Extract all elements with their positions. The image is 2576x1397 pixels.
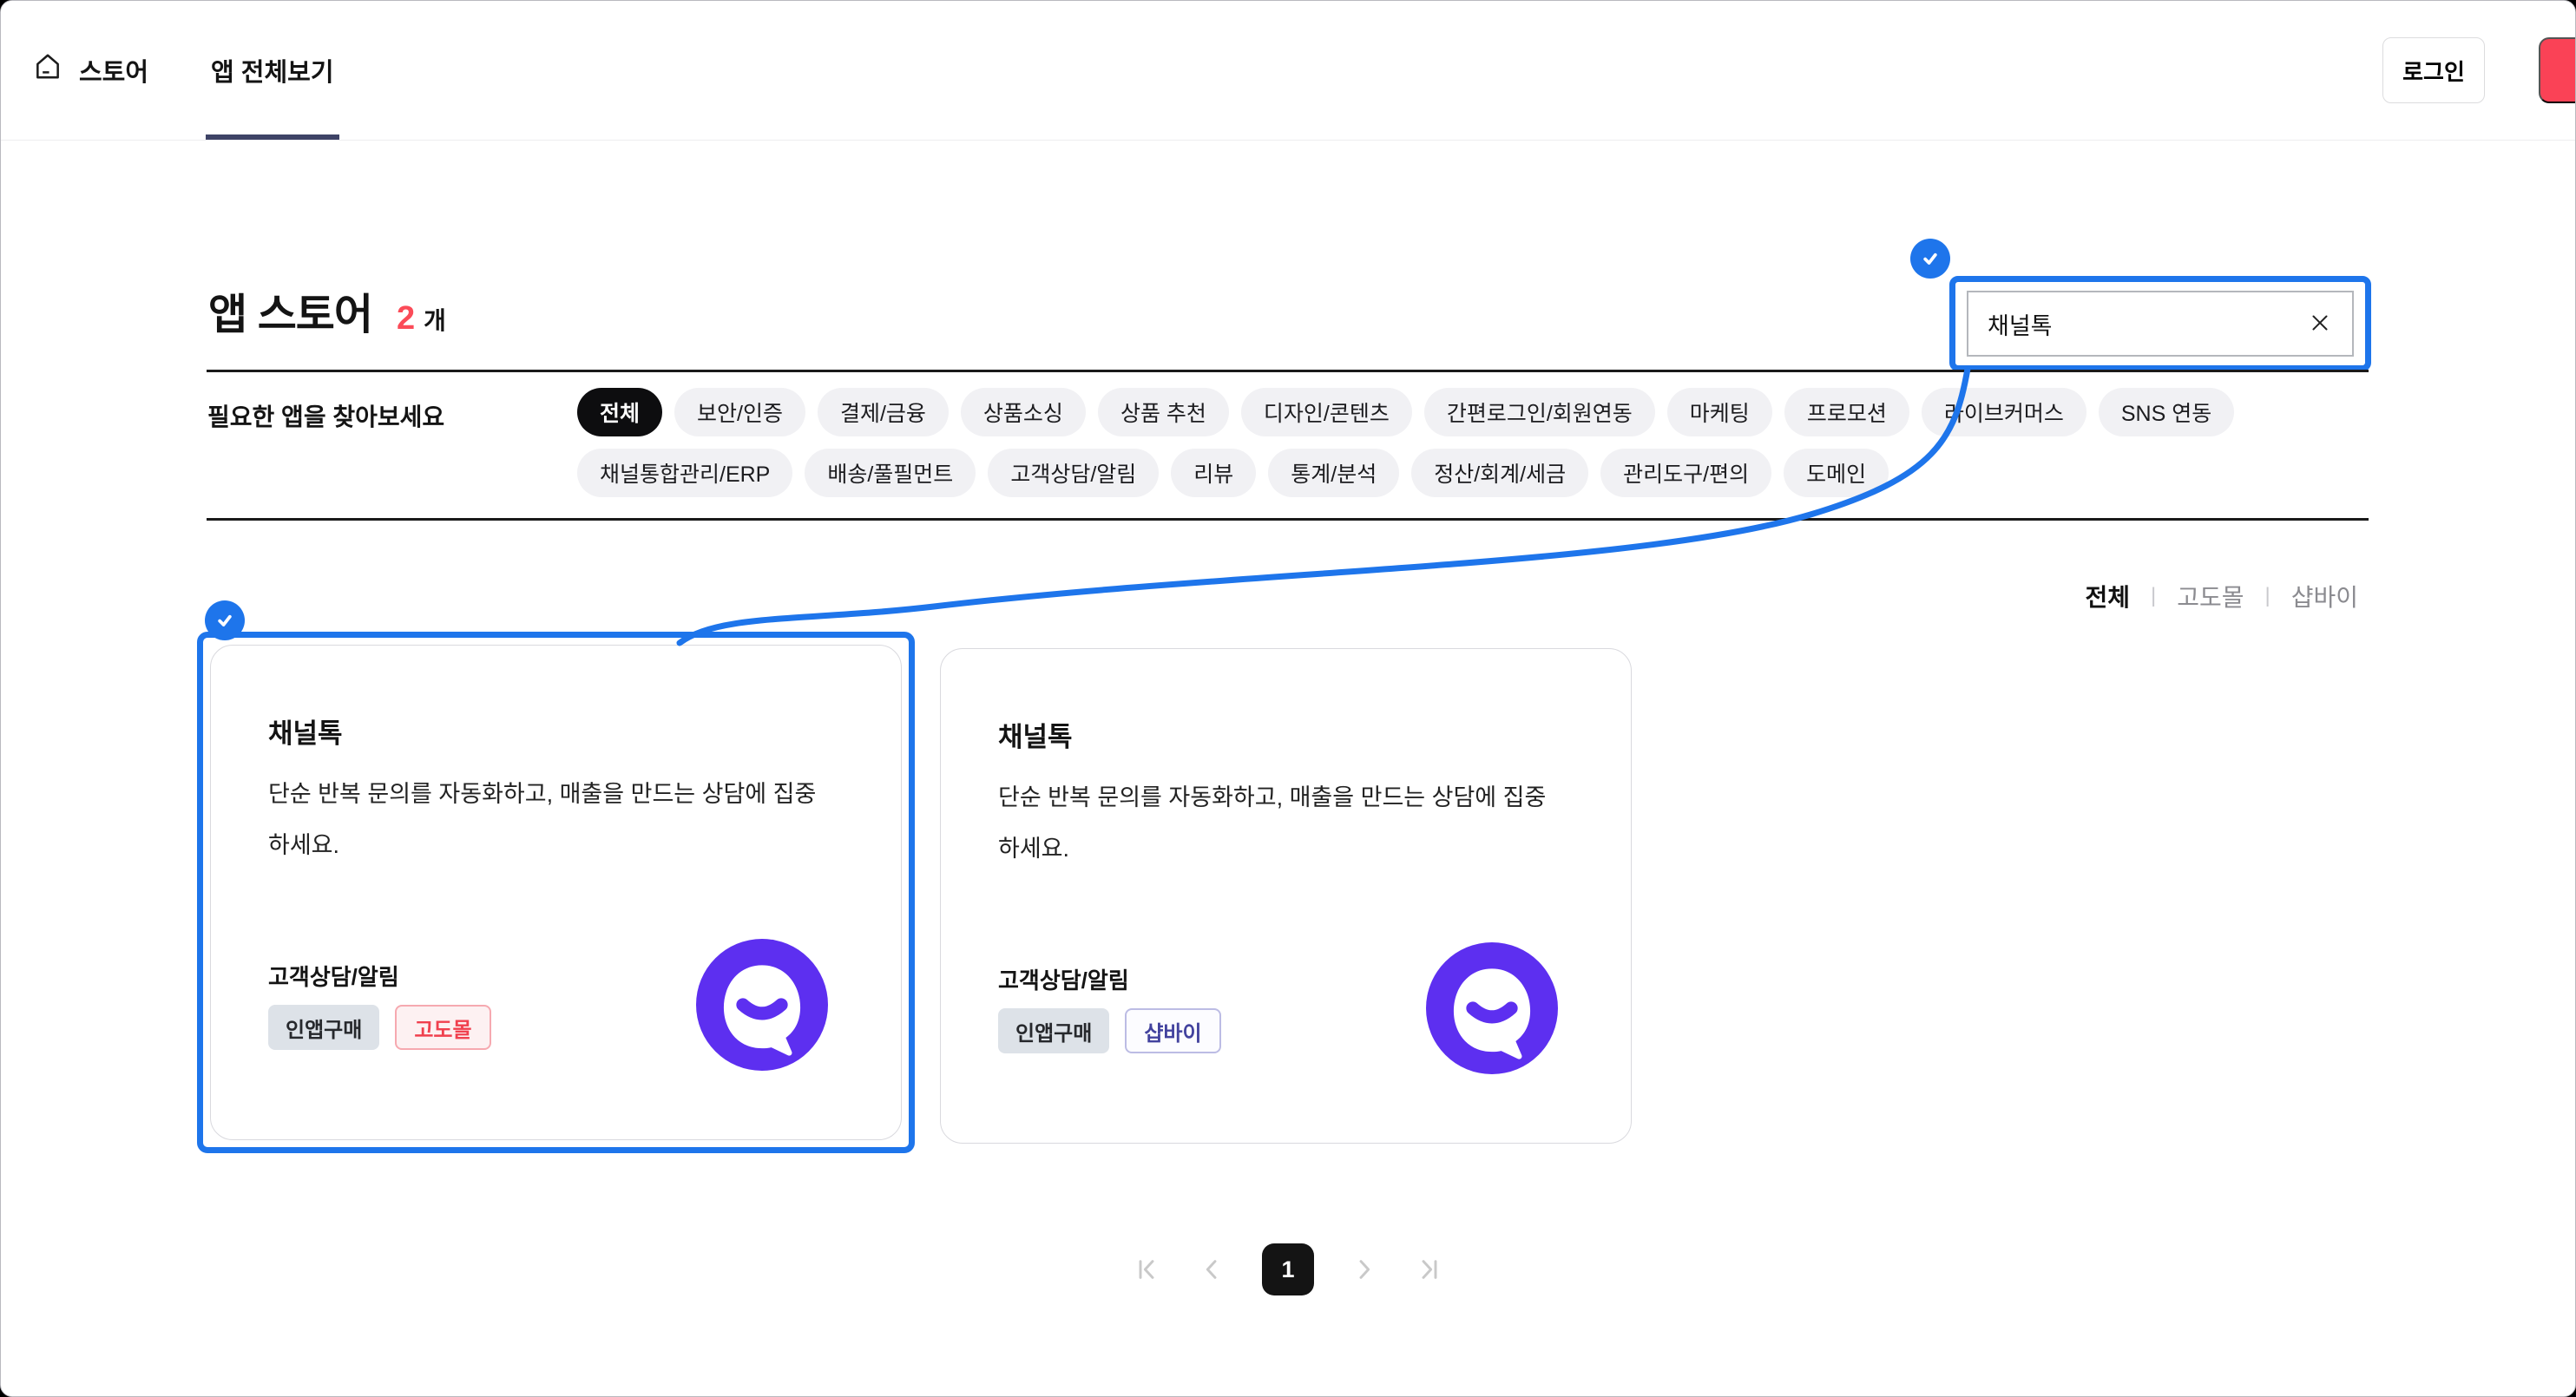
last-page-icon[interactable] bbox=[1415, 1256, 1442, 1283]
topbar: 스토어 앱 전체보기 로그인 bbox=[1, 1, 2575, 141]
check-icon bbox=[1910, 239, 1950, 279]
category-chip[interactable]: SNS 연동 bbox=[2099, 388, 2234, 436]
check-icon bbox=[205, 600, 245, 640]
active-tab-underline bbox=[206, 134, 338, 140]
category-chip[interactable]: 관리도구/편의 bbox=[1600, 449, 1771, 497]
clear-search-button[interactable] bbox=[2305, 309, 2335, 338]
home-icon bbox=[32, 51, 63, 89]
app-store-page: 스토어 앱 전체보기 로그인 앱 스토어 2 개 bbox=[0, 0, 2576, 1397]
close-icon bbox=[2307, 310, 2333, 338]
category-chip[interactable]: 도메인 bbox=[1784, 449, 1889, 497]
store-label: 스토어 bbox=[79, 52, 148, 89]
category-chip[interactable]: 상품소싱 bbox=[961, 388, 1086, 436]
app-category: 고객상담/알림 bbox=[998, 963, 1129, 995]
app-tags: 인앱구매 고도몰 bbox=[268, 1005, 491, 1050]
app-category: 고객상담/알림 bbox=[268, 960, 399, 992]
category-chip[interactable]: 간편로그인/회원연동 bbox=[1424, 388, 1655, 436]
app-description: 단순 반복 문의를 자동화하고, 매출을 만드는 상담에 집중 하세요. bbox=[268, 769, 816, 871]
category-chip[interactable]: 보안/인증 bbox=[674, 388, 805, 436]
channeltalk-logo-icon bbox=[1426, 942, 1558, 1074]
divider bbox=[207, 518, 2369, 521]
login-button[interactable]: 로그인 bbox=[2382, 37, 2485, 103]
category-chip[interactable]: 고객상담/알림 bbox=[988, 449, 1159, 497]
mall-filter-shopby[interactable]: 샵바이 bbox=[2291, 579, 2358, 613]
result-count: 2 bbox=[397, 300, 415, 338]
category-chip[interactable]: 상품 추천 bbox=[1098, 388, 1229, 436]
app-tag: 인앱구매 bbox=[268, 1005, 379, 1050]
signup-button-partial[interactable] bbox=[2539, 37, 2576, 103]
category-chip[interactable]: 리뷰 bbox=[1171, 449, 1256, 497]
divider bbox=[207, 370, 2369, 372]
separator: | bbox=[2151, 584, 2156, 608]
pagination: 1 bbox=[1, 1243, 2575, 1295]
prev-page-icon[interactable] bbox=[1198, 1256, 1226, 1283]
category-chip[interactable]: 전체 bbox=[577, 388, 662, 436]
category-chip[interactable]: 정산/회계/세금 bbox=[1411, 449, 1588, 497]
app-title: 채널톡 bbox=[998, 715, 1073, 754]
category-chip[interactable]: 채널통합관리/ERP bbox=[577, 449, 792, 497]
app-tag: 고도몰 bbox=[395, 1005, 490, 1050]
filter-label: 필요한 앱을 찾아보세요 bbox=[207, 398, 444, 433]
card-annotation-box: 채널톡 단순 반복 문의를 자동화하고, 매출을 만드는 상담에 집중 하세요.… bbox=[197, 632, 915, 1153]
chips-row-2: 채널통합관리/ERP 배송/풀필먼트고객상담/알림리뷰통계/분석정산/회계/세금관… bbox=[577, 449, 2234, 497]
store-home-link[interactable]: 스토어 bbox=[32, 51, 148, 89]
category-chip[interactable]: 결제/금융 bbox=[818, 388, 949, 436]
current-page[interactable]: 1 bbox=[1262, 1243, 1314, 1295]
tab-all-apps[interactable]: 앱 전체보기 bbox=[211, 1, 333, 140]
page-title-text: 앱 스토어 bbox=[208, 280, 372, 342]
category-chip[interactable]: 통계/분석 bbox=[1268, 449, 1399, 497]
mall-filter-godomall[interactable]: 고도몰 bbox=[2177, 579, 2244, 613]
app-tags: 인앱구매 샵바이 bbox=[998, 1008, 1221, 1053]
app-tag: 샵바이 bbox=[1125, 1008, 1220, 1053]
chips-row-1: 전체보안/인증 결제/금융상품소싱상품 추천디자인/콘텐츠간편로그인/회원연동마케… bbox=[577, 388, 2234, 436]
page-title: 앱 스토어 2 개 bbox=[208, 280, 446, 342]
app-tag: 인앱구매 bbox=[998, 1008, 1109, 1053]
category-chip[interactable]: 디자인/콘텐츠 bbox=[1241, 388, 1412, 436]
mall-filter-all[interactable]: 전체 bbox=[2085, 579, 2130, 613]
category-chip[interactable]: 배송/풀필먼트 bbox=[805, 449, 976, 497]
result-count-unit: 개 bbox=[424, 302, 446, 337]
search-input[interactable] bbox=[1986, 310, 2305, 338]
first-page-icon[interactable] bbox=[1134, 1256, 1161, 1283]
category-chips: 전체보안/인증 결제/금융상품소싱상품 추천디자인/콘텐츠간편로그인/회원연동마케… bbox=[577, 388, 2234, 497]
search-annotation-box bbox=[1949, 276, 2371, 371]
mall-filter: 전체 | 고도몰 | 샵바이 bbox=[2085, 579, 2358, 613]
channeltalk-logo-icon bbox=[696, 939, 828, 1071]
app-title: 채널톡 bbox=[268, 712, 343, 751]
category-chip[interactable]: 라이브커머스 bbox=[1922, 388, 2086, 436]
search-box bbox=[1967, 291, 2354, 357]
topbar-actions: 로그인 bbox=[2382, 37, 2575, 103]
category-chip[interactable]: 프로모션 bbox=[1784, 388, 1909, 436]
app-card-channeltalk-godomall[interactable]: 채널톡 단순 반복 문의를 자동화하고, 매출을 만드는 상담에 집중 하세요.… bbox=[210, 645, 902, 1140]
app-card-channeltalk-shopby[interactable]: 채널톡 단순 반복 문의를 자동화하고, 매출을 만드는 상담에 집중 하세요.… bbox=[940, 648, 1632, 1144]
app-description: 단순 반복 문의를 자동화하고, 매출을 만드는 상담에 집중 하세요. bbox=[998, 772, 1546, 875]
separator: | bbox=[2264, 584, 2270, 608]
next-page-icon[interactable] bbox=[1350, 1256, 1378, 1283]
category-chip[interactable]: 마케팅 bbox=[1667, 388, 1772, 436]
